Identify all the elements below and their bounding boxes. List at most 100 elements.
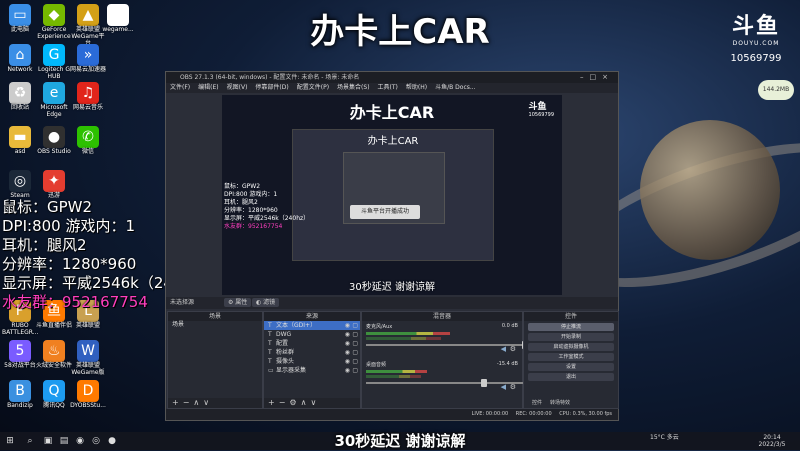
visibility-eye-icon[interactable]: ◉	[345, 339, 350, 348]
mixer-dock: 混音器 麦克风/Aux 0.0 dB ◀ ⚙ 桌面音频 -15.4 dB ◀ ⚙	[361, 311, 536, 409]
visibility-eye-icon[interactable]: ◉	[345, 366, 350, 375]
menu-item[interactable]: 帮助(H)	[406, 84, 427, 91]
preview-caption: 30秒延迟 谢谢谅解	[349, 282, 435, 293]
visibility-eye-icon[interactable]: ◉	[345, 357, 350, 366]
obs-icon: ●	[43, 126, 65, 148]
maximize-icon[interactable]: □	[590, 73, 603, 81]
desktop-icon[interactable]: ◇ wegame...	[100, 4, 136, 33]
control-button[interactable]: 设置	[528, 363, 614, 371]
menu-item[interactable]: 斗鱼/B Docs...	[435, 84, 475, 91]
move-down-icon[interactable]: ∨	[310, 398, 320, 407]
lock-icon[interactable]: ▢	[352, 330, 358, 339]
desktop-icon[interactable]: ● OBS Studio	[36, 126, 72, 155]
source-item[interactable]: T 配置 ◉ ▢	[264, 339, 360, 348]
logitech-icon: G	[43, 44, 65, 66]
source-item[interactable]: T DWG ◉ ▢	[264, 330, 360, 339]
desktop-icon[interactable]: » 网易云加速器	[70, 44, 106, 73]
preview-stat-line: 耳机：腿风2	[224, 199, 258, 206]
obs-preview[interactable]: 办卡上CAR 斗鱼 10569799 办卡上CAR 鼠标：GPW2 DPI:800…	[222, 95, 562, 295]
obs-titlebar: OBS 27.1.3 (64-bit, windows) - 配置文件: 未命名…	[166, 72, 618, 83]
desktop-icon-label: asd	[14, 148, 26, 155]
menu-item[interactable]: 文件(F)	[170, 84, 190, 91]
control-button[interactable]: 停止推流	[528, 323, 614, 331]
lock-icon[interactable]: ▢	[352, 348, 358, 357]
source-label: DWG	[276, 331, 292, 338]
visibility-eye-icon[interactable]: ◉	[345, 321, 350, 330]
mixer-channel-db: -15.4 dB	[496, 361, 518, 367]
text-icon: T	[268, 358, 272, 365]
menu-item[interactable]: 停靠部件(D)	[255, 84, 288, 91]
add-source-icon[interactable]: +	[268, 398, 279, 407]
desktop-icon[interactable]: D DYOBSStu...	[70, 380, 106, 409]
desktop-icon[interactable]: ✦ 迅游	[36, 170, 72, 199]
desktop-icon[interactable]: ✆ 微信	[70, 126, 106, 155]
source-label: 摄像头	[276, 358, 295, 365]
lock-icon[interactable]: ▢	[352, 321, 358, 330]
scene-item[interactable]: 场景	[168, 321, 262, 329]
speed-badge: 144.2MB	[758, 80, 794, 100]
lock-icon[interactable]: ▢	[352, 366, 358, 375]
move-up-icon[interactable]: ∧	[193, 398, 203, 407]
mixer-channel-name: 麦克风/Aux	[366, 324, 393, 330]
visibility-eye-icon[interactable]: ◉	[345, 330, 350, 339]
remove-source-icon[interactable]: −	[279, 398, 290, 407]
add-scene-icon[interactable]: +	[172, 398, 183, 407]
preview-nested-capture: 办卡上CAR	[292, 129, 494, 261]
desktop-icon[interactable]: ♨ 火绒安全软件	[36, 340, 72, 369]
controls-tabs: 控件 转场特效	[524, 398, 618, 408]
desktop-icon[interactable]: ◆ GeForce Experience	[36, 4, 72, 40]
desktop-icon[interactable]: ♻ 回收站	[2, 82, 38, 111]
preview-inner-title: 办卡上CAR	[367, 136, 419, 147]
source-item[interactable]: T 摄像头 ◉ ▢	[264, 357, 360, 366]
desktop-icon[interactable]: 5 58对战平台	[2, 340, 38, 369]
source-item[interactable]: T 文本（GDI+） ◉ ▢	[264, 321, 360, 330]
control-button[interactable]: 退出	[528, 373, 614, 381]
desktop-icon[interactable]: B Bandizip	[2, 380, 38, 409]
speaker-icon[interactable]: ◀	[501, 345, 506, 353]
gear-icon[interactable]: ⚙	[510, 345, 516, 353]
controls-dock: 控件 停止推流开始录制启动虚拟摄像机 工作室模式设置退出 控件 转场特效	[523, 311, 619, 409]
desktop-icon[interactable]: ◎ Steam	[2, 170, 38, 199]
desktop-icon[interactable]: ▬ asd	[2, 126, 38, 155]
desktop-icon[interactable]: ▭ 此电脑	[2, 4, 38, 33]
douyu-logo: 斗鱼	[731, 14, 780, 39]
control-button[interactable]: 开始录制	[528, 333, 614, 341]
mixer-channel: 麦克风/Aux 0.0 dB ◀ ⚙	[362, 321, 536, 359]
close-icon[interactable]: ×	[602, 73, 614, 81]
source-settings-icon[interactable]: ⚙	[289, 398, 300, 407]
desktop-icon[interactable]: e Microsoft Edge	[36, 82, 72, 118]
gear-icon[interactable]: ⚙	[510, 383, 516, 391]
menu-item[interactable]: 场景集合(S)	[337, 84, 370, 91]
filters-button[interactable]: ◐ 滤镜	[252, 298, 280, 307]
lock-icon[interactable]: ▢	[352, 339, 358, 348]
desktop-icon[interactable]: G Logitech G HUB	[36, 44, 72, 80]
control-button[interactable]: 启动虚拟摄像机	[528, 343, 614, 351]
source-item[interactable]: T 粉丝群 ◉ ▢	[264, 348, 360, 357]
desktop-icon[interactable]: W 英雄联盟WeGame版	[70, 340, 106, 376]
lock-icon[interactable]: ▢	[352, 357, 358, 366]
source-item[interactable]: ▭ 显示器采集 ◉ ▢	[264, 366, 360, 375]
minimize-icon[interactable]: –	[580, 73, 590, 81]
control-button[interactable]: 工作室模式	[528, 353, 614, 361]
volume-slider-knob[interactable]	[480, 379, 487, 387]
text-icon: T	[268, 322, 272, 329]
dock-tab[interactable]: 转场特效	[550, 400, 570, 406]
obs-menubar: 文件(F) 编辑(E) 视图(V) 停靠部件(D) 配置文件(P) 场景集合(S) 工具(T…	[166, 83, 618, 93]
menu-item[interactable]: 工具(T)	[378, 84, 398, 91]
desktop-icon[interactable]: Q 腾讯QQ	[36, 380, 72, 409]
desktop-icon[interactable]: ♫ 网易云音乐	[70, 82, 106, 111]
netease-accelerator-icon: »	[77, 44, 99, 66]
source-label: 显示器采集	[276, 367, 307, 374]
desktop-icon-label: 斗鱼直播伴侣	[36, 322, 73, 329]
desktop-icon[interactable]: ⌂ Network	[2, 44, 38, 73]
visibility-eye-icon[interactable]: ◉	[345, 348, 350, 357]
menu-item[interactable]: 视图(V)	[227, 84, 248, 91]
properties-button[interactable]: ⚙ 属性	[224, 298, 252, 307]
move-up-icon[interactable]: ∧	[301, 398, 311, 407]
menu-item[interactable]: 配置文件(P)	[297, 84, 329, 91]
remove-scene-icon[interactable]: −	[183, 398, 194, 407]
move-down-icon[interactable]: ∨	[203, 398, 213, 407]
menu-item[interactable]: 编辑(E)	[198, 84, 218, 91]
dock-tab[interactable]: 控件	[532, 400, 542, 406]
speaker-icon[interactable]: ◀	[501, 383, 506, 391]
